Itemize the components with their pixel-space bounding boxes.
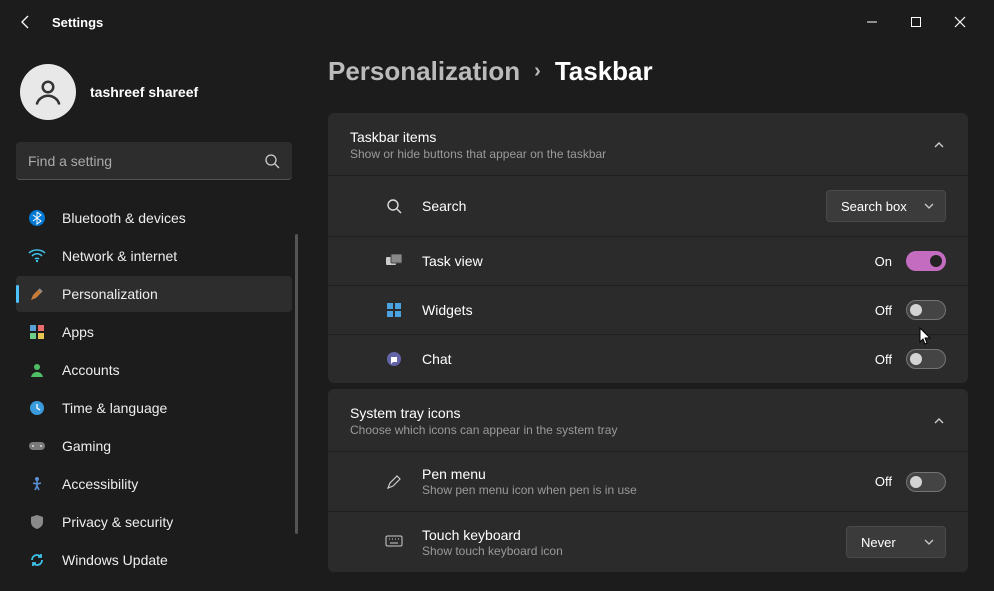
chat-icon xyxy=(384,351,404,367)
chevron-right-icon: › xyxy=(534,60,541,83)
apps-icon xyxy=(28,323,46,341)
chat-toggle[interactable] xyxy=(906,349,946,369)
chevron-down-icon xyxy=(923,536,935,548)
row-touch-keyboard: Touch keyboard Show touch keyboard icon … xyxy=(328,511,968,572)
task-view-toggle[interactable] xyxy=(906,251,946,271)
minimize-button[interactable] xyxy=(862,12,882,32)
sidebar-item-gaming[interactable]: Gaming xyxy=(16,428,292,464)
group-title: System tray icons xyxy=(350,405,932,421)
row-search: Search Search box xyxy=(328,175,968,236)
pen-menu-toggle[interactable] xyxy=(906,472,946,492)
search-field[interactable] xyxy=(28,153,264,169)
row-title: Touch keyboard xyxy=(422,527,846,543)
sidebar-item-label: Personalization xyxy=(62,286,158,302)
search-input[interactable] xyxy=(16,142,292,180)
widgets-toggle[interactable] xyxy=(906,300,946,320)
row-pen-menu: Pen menu Show pen menu icon when pen is … xyxy=(328,451,968,511)
back-button[interactable] xyxy=(8,4,44,40)
search-icon xyxy=(384,198,404,214)
sidebar-item-label: Gaming xyxy=(62,438,111,454)
sidebar-item-bluetooth[interactable]: Bluetooth & devices xyxy=(16,200,292,236)
gamepad-icon xyxy=(28,437,46,455)
breadcrumb-parent[interactable]: Personalization xyxy=(328,56,520,87)
update-icon xyxy=(28,551,46,569)
search-dropdown[interactable]: Search box xyxy=(826,190,946,222)
row-title: Task view xyxy=(422,253,875,269)
toggle-state-label: Off xyxy=(875,303,892,318)
group-header-taskbar-items[interactable]: Taskbar items Show or hide buttons that … xyxy=(328,113,968,175)
sidebar-item-label: Accessibility xyxy=(62,476,138,492)
sidebar-item-time-language[interactable]: Time & language xyxy=(16,390,292,426)
touch-keyboard-dropdown[interactable]: Never xyxy=(846,526,946,558)
group-title: Taskbar items xyxy=(350,129,932,145)
row-widgets: Widgets Off xyxy=(328,285,968,334)
chevron-down-icon xyxy=(923,200,935,212)
sidebar-item-label: Windows Update xyxy=(62,552,168,568)
accessibility-icon xyxy=(28,475,46,493)
person-icon xyxy=(28,361,46,379)
dropdown-value: Search box xyxy=(841,199,907,214)
group-subtitle: Show or hide buttons that appear on the … xyxy=(350,147,932,161)
window-title: Settings xyxy=(52,15,103,30)
row-task-view: Task view On xyxy=(328,236,968,285)
sidebar-item-apps[interactable]: Apps xyxy=(16,314,292,350)
sidebar-item-label: Privacy & security xyxy=(62,514,173,530)
sidebar-item-label: Bluetooth & devices xyxy=(62,210,186,226)
row-title: Pen menu xyxy=(422,466,875,482)
sidebar-item-accounts[interactable]: Accounts xyxy=(16,352,292,388)
group-subtitle: Choose which icons can appear in the sys… xyxy=(350,423,932,437)
sidebar-item-label: Apps xyxy=(62,324,94,340)
sidebar-scrollbar[interactable] xyxy=(295,234,298,534)
widgets-icon xyxy=(384,302,404,318)
group-header-system-tray[interactable]: System tray icons Choose which icons can… xyxy=(328,389,968,451)
toggle-state-label: On xyxy=(875,254,892,269)
sidebar-item-label: Accounts xyxy=(62,362,120,378)
row-title: Widgets xyxy=(422,302,875,318)
user-name: tashreef shareef xyxy=(90,84,198,100)
task-view-icon xyxy=(384,254,404,268)
chevron-up-icon xyxy=(932,138,946,152)
sidebar-item-label: Network & internet xyxy=(62,248,177,264)
dropdown-value: Never xyxy=(861,535,896,550)
row-title: Search xyxy=(422,198,826,214)
row-title: Chat xyxy=(422,351,875,367)
keyboard-icon xyxy=(384,535,404,549)
clock-icon xyxy=(28,399,46,417)
row-subtitle: Show touch keyboard icon xyxy=(422,544,846,558)
chevron-up-icon xyxy=(932,414,946,428)
sidebar-item-windows-update[interactable]: Windows Update xyxy=(16,542,292,578)
wifi-icon xyxy=(28,247,46,265)
maximize-button[interactable] xyxy=(906,12,926,32)
sidebar-item-accessibility[interactable]: Accessibility xyxy=(16,466,292,502)
row-chat: Chat Off xyxy=(328,334,968,383)
paintbrush-icon xyxy=(28,285,46,303)
sidebar-item-label: Time & language xyxy=(62,400,167,416)
row-subtitle: Show pen menu icon when pen is in use xyxy=(422,483,875,497)
toggle-state-label: Off xyxy=(875,474,892,489)
sidebar-item-network[interactable]: Network & internet xyxy=(16,238,292,274)
shield-icon xyxy=(28,513,46,531)
close-button[interactable] xyxy=(950,12,970,32)
search-icon xyxy=(264,153,280,169)
toggle-state-label: Off xyxy=(875,352,892,367)
sidebar-item-personalization[interactable]: Personalization xyxy=(16,276,292,312)
user-profile[interactable]: tashreef shareef xyxy=(16,56,292,138)
breadcrumb-current: Taskbar xyxy=(555,56,653,87)
avatar xyxy=(20,64,76,120)
breadcrumb: Personalization › Taskbar xyxy=(328,56,968,87)
bluetooth-icon xyxy=(28,209,46,227)
pen-icon xyxy=(384,473,404,491)
sidebar-item-privacy[interactable]: Privacy & security xyxy=(16,504,292,540)
